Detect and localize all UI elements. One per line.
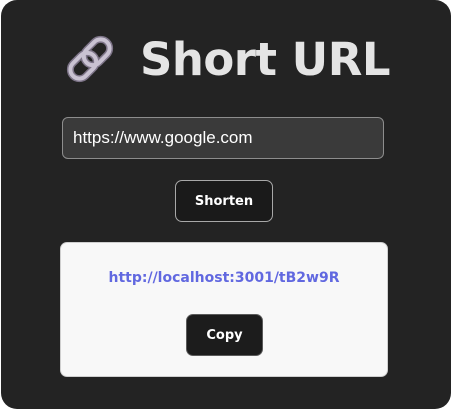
copy-button[interactable]: Copy <box>186 314 263 356</box>
result-panel: http://localhost:3001/tB2w9R Copy <box>60 242 388 377</box>
short-url-link[interactable]: http://localhost:3001/tB2w9R <box>61 270 387 286</box>
page-title: Short URL <box>139 32 391 86</box>
shorten-button[interactable]: Shorten <box>175 180 273 222</box>
url-input[interactable] <box>62 117 384 159</box>
app-card: Short URL Shorten http://localhost:3001/… <box>1 0 451 409</box>
header: Short URL <box>1 26 451 92</box>
link-icon <box>66 35 114 83</box>
